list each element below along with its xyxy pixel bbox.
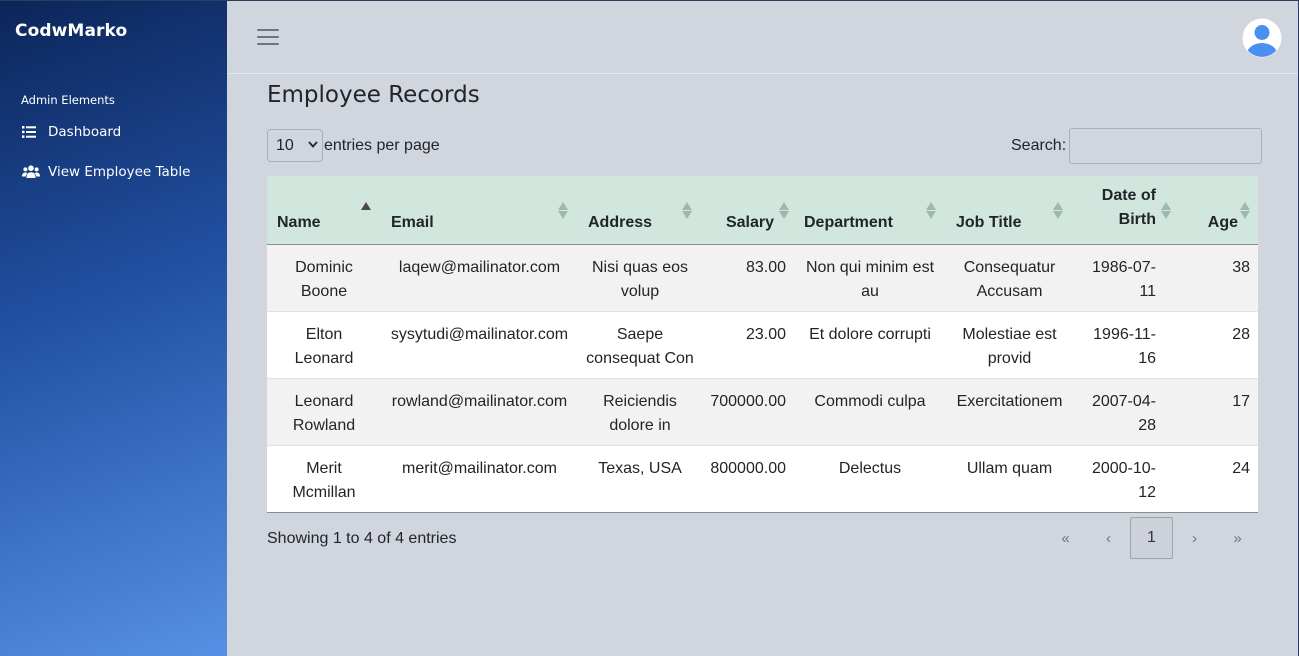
table-row: Elton Leonard sysytudi@mailinator.com Sa… (267, 311, 1258, 378)
users-icon (22, 165, 48, 179)
cell-name: Dominic Boone (295, 258, 353, 300)
sidebar-item-view-employee-table[interactable]: View Employee Table (22, 164, 190, 180)
sort-icon (926, 201, 936, 220)
chevron-down-icon (308, 140, 318, 151)
column-header-address[interactable]: Address (578, 176, 702, 245)
cell-salary: 700000.00 (710, 392, 786, 410)
entries-per-page-select[interactable]: 10 (267, 129, 323, 162)
search-label: Search: (1011, 137, 1067, 154)
user-avatar-icon[interactable] (1242, 18, 1282, 58)
sidebar: CodwMarko Admin Elements Dashboard View … (0, 0, 227, 656)
cell-address: Reiciendis dolore in (603, 392, 677, 434)
cell-job-title: Exercitationem (956, 392, 1063, 410)
search-input[interactable] (1069, 128, 1263, 164)
cell-age: 17 (1232, 392, 1250, 410)
sidebar-item-label: Dashboard (48, 124, 122, 140)
pagination: « ‹ 1 › » (1044, 517, 1259, 559)
column-header-department[interactable]: Department (794, 176, 946, 245)
entries-per-page-label: entries per page (324, 136, 440, 154)
cell-name: Leonard Rowland (292, 392, 356, 434)
cell-address: Nisi quas eos volup (591, 258, 689, 300)
sidebar-item-dashboard[interactable]: Dashboard (22, 124, 121, 140)
entries-per-page-value: 10 (276, 136, 294, 154)
table-row: Leonard Rowland rowland@mailinator.com R… (267, 378, 1258, 445)
sort-icon (1053, 201, 1063, 220)
cell-salary: 23.00 (745, 325, 786, 343)
cell-name: Merit Mcmillan (292, 459, 356, 501)
sort-icon (1240, 201, 1250, 220)
cell-department: Et dolore corrupti (809, 325, 931, 343)
main-content: Employee Records 10 entries per page Sea… (227, 0, 1299, 656)
sort-ascending-icon (361, 201, 371, 220)
column-header-email[interactable]: Email (381, 176, 578, 245)
list-icon (22, 126, 40, 138)
page-title: Employee Records (267, 82, 480, 108)
cell-email: rowland@mailinator.com (391, 392, 568, 410)
top-bar (227, 1, 1298, 74)
cell-address: Saepe consequat Con (586, 325, 694, 367)
cell-age: 24 (1232, 459, 1250, 477)
cell-job-title: Molestiae est provid (962, 325, 1057, 367)
table-row: Dominic Boone laqew@mailinator.com Nisi … (267, 244, 1258, 311)
cell-date-of-birth: 2000-10-12 (1091, 459, 1156, 501)
cell-department: Commodi culpa (814, 392, 926, 410)
cell-address: Texas, USA (598, 459, 682, 477)
pagination-page-1[interactable]: 1 (1130, 517, 1173, 559)
employee-table: Name Email Address Salary Department Job… (267, 176, 1258, 513)
brand-logo-text[interactable]: CodwMarko (15, 21, 127, 41)
column-header-salary[interactable]: Salary (702, 176, 794, 245)
table-info: Showing 1 to 4 of 4 entries (267, 530, 457, 547)
sort-icon (1161, 201, 1171, 220)
column-header-age[interactable]: Age (1176, 176, 1258, 245)
cell-date-of-birth: 1986-07-11 (1091, 258, 1156, 300)
column-header-name[interactable]: Name (267, 176, 381, 245)
cell-job-title: Consequatur Accusam (963, 258, 1056, 300)
cell-date-of-birth: 2007-04-28 (1091, 392, 1156, 434)
cell-email: merit@mailinator.com (402, 459, 557, 477)
sort-icon (779, 201, 789, 220)
cell-department: Delectus (838, 459, 902, 477)
cell-age: 38 (1232, 258, 1250, 276)
table-header-row: Name Email Address Salary Department Job… (267, 176, 1258, 245)
cell-date-of-birth: 1996-11-16 (1093, 325, 1156, 367)
cell-salary: 83.00 (745, 258, 786, 276)
entries-per-page-control: 10 entries per page (267, 129, 440, 162)
column-header-date-of-birth[interactable]: Date of Birth (1073, 176, 1176, 245)
sidebar-item-label: View Employee Table (48, 164, 191, 180)
cell-email: laqew@mailinator.com (398, 258, 561, 276)
hamburger-icon[interactable] (257, 29, 279, 47)
sort-icon (558, 201, 568, 220)
cell-name: Elton Leonard (294, 325, 354, 367)
cell-job-title: Ullam quam (966, 459, 1053, 477)
cell-email: sysytudi@mailinator.com (390, 325, 569, 343)
cell-salary: 800000.00 (710, 459, 786, 477)
cell-age: 28 (1232, 325, 1250, 343)
table-row: Merit Mcmillan merit@mailinator.com Texa… (267, 445, 1258, 512)
pagination-first-button[interactable]: « (1044, 517, 1087, 559)
cell-department: Non qui minim est au (805, 258, 935, 300)
pagination-last-button[interactable]: » (1216, 517, 1259, 559)
pagination-previous-button[interactable]: ‹ (1087, 517, 1130, 559)
column-header-job-title[interactable]: Job Title (946, 176, 1073, 245)
search-control: Search: (1011, 128, 1263, 164)
sort-icon (682, 201, 692, 220)
sidebar-section-label: Admin Elements (21, 93, 115, 107)
pagination-next-button[interactable]: › (1173, 517, 1216, 559)
